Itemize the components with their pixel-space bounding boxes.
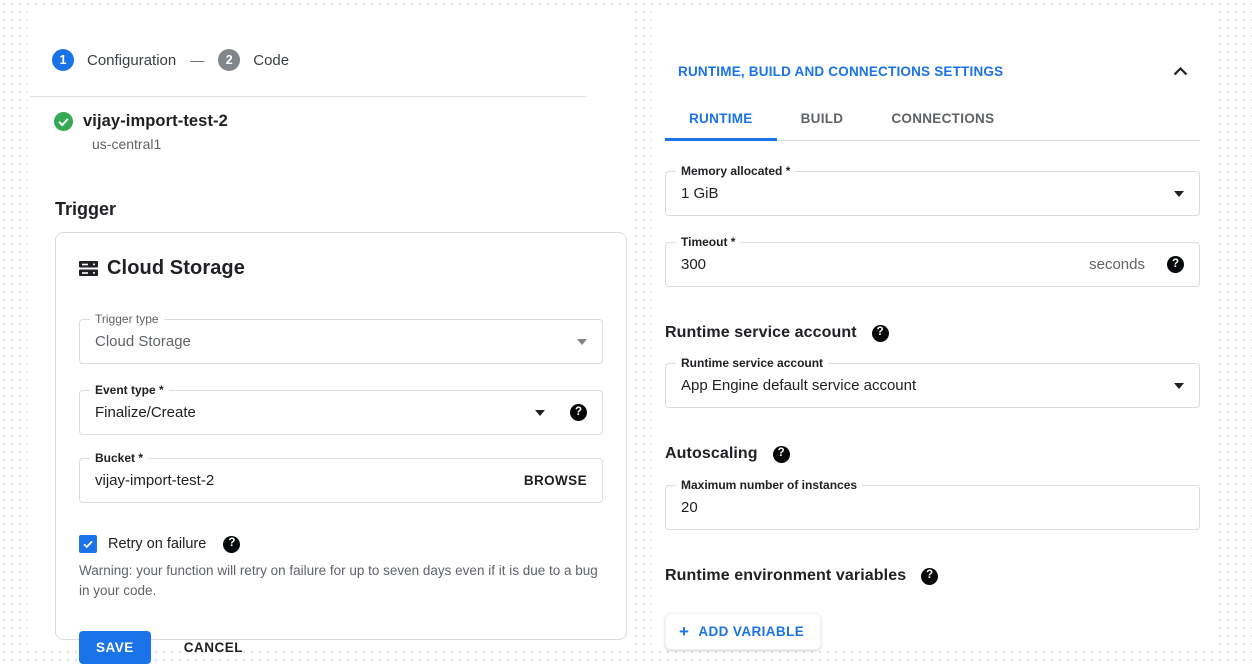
tab-connections[interactable]: CONNECTIONS: [867, 100, 1018, 141]
bucket-input[interactable]: Bucket * vijay-import-test-2 BROWSE: [79, 458, 603, 503]
env-variables-heading-text: Runtime environment variables: [665, 567, 906, 585]
checkmark-icon: [82, 538, 94, 550]
env-variables-heading: Runtime environment variables ?: [665, 567, 1216, 585]
trigger-card-title-row: Cloud Storage: [79, 257, 603, 280]
function-region: us-central1: [92, 136, 632, 152]
timeout-help-icon[interactable]: ?: [1167, 256, 1184, 273]
tab-runtime[interactable]: RUNTIME: [665, 100, 777, 141]
service-account-help-icon[interactable]: ?: [872, 325, 889, 342]
add-variable-label: ADD VARIABLE: [698, 624, 804, 639]
dropdown-arrow-icon: [1174, 191, 1184, 197]
event-type-select[interactable]: Event type * Finalize/Create ?: [79, 390, 603, 435]
timeout-label: Timeout *: [676, 235, 740, 249]
memory-allocated-select[interactable]: Memory allocated * 1 GiB: [665, 171, 1200, 216]
max-instances-input[interactable]: Maximum number of instances 20: [665, 485, 1200, 530]
settings-tabs: RUNTIME BUILD CONNECTIONS: [665, 100, 1200, 141]
timeout-unit-suffix: seconds: [1089, 256, 1145, 273]
function-name: vijay-import-test-2: [83, 112, 228, 131]
dropdown-arrow-icon: [577, 339, 587, 345]
success-check-icon: [54, 112, 73, 131]
retry-row: Retry on failure ?: [79, 535, 603, 553]
service-account-heading-text: Runtime service account: [665, 324, 857, 342]
service-account-select[interactable]: Runtime service account App Engine defau…: [665, 363, 1200, 408]
step-1-label: Configuration: [87, 52, 176, 69]
event-type-help-icon[interactable]: ?: [570, 404, 587, 421]
settings-expander-header[interactable]: RUNTIME, BUILD AND CONNECTIONS SETTINGS: [678, 64, 1188, 79]
action-buttons: SAVE CANCEL: [79, 631, 603, 664]
step-2-circle: 2: [218, 49, 240, 71]
tab-build[interactable]: BUILD: [777, 100, 868, 141]
event-type-label: Event type *: [90, 383, 169, 397]
trigger-type-select[interactable]: Trigger type Cloud Storage: [79, 319, 603, 364]
max-instances-label: Maximum number of instances: [676, 478, 862, 492]
env-variables-help-icon[interactable]: ?: [921, 568, 938, 585]
trigger-section-heading: Trigger: [55, 199, 632, 220]
stepper-divider: [30, 96, 586, 97]
timeout-input[interactable]: Timeout * 300 seconds ?: [665, 242, 1200, 287]
trigger-type-label: Trigger type: [90, 312, 164, 326]
event-type-value: Finalize/Create: [95, 404, 196, 421]
step-code[interactable]: 2 Code: [218, 49, 289, 71]
trigger-type-value: Cloud Storage: [95, 333, 191, 350]
retry-warning-text: Warning: your function will retry on fai…: [79, 561, 609, 602]
autoscaling-help-icon[interactable]: ?: [773, 446, 790, 463]
bucket-value: vijay-import-test-2: [95, 472, 214, 489]
service-account-heading: Runtime service account ?: [665, 324, 1216, 342]
memory-allocated-label: Memory allocated *: [676, 164, 795, 178]
configuration-panel: 1 Configuration — 2 Code vijay-import-te…: [28, 8, 632, 650]
step-1-circle: 1: [52, 49, 74, 71]
service-account-value: App Engine default service account: [681, 377, 916, 394]
max-instances-value: 20: [681, 499, 698, 516]
settings-panel: RUNTIME, BUILD AND CONNECTIONS SETTINGS …: [652, 8, 1216, 650]
autoscaling-heading: Autoscaling ?: [665, 445, 1216, 463]
function-name-row: vijay-import-test-2: [54, 112, 632, 131]
step-2-label: Code: [253, 52, 289, 69]
settings-header-title: RUNTIME, BUILD AND CONNECTIONS SETTINGS: [678, 64, 1173, 79]
trigger-card-title: Cloud Storage: [107, 257, 245, 280]
dropdown-arrow-icon: [535, 410, 545, 416]
service-account-label: Runtime service account: [676, 356, 828, 370]
stepper: 1 Configuration — 2 Code: [52, 49, 632, 71]
step-separator: —: [190, 52, 204, 68]
retry-help-icon[interactable]: ?: [223, 536, 240, 553]
autoscaling-heading-text: Autoscaling: [665, 445, 758, 463]
browse-button[interactable]: BROWSE: [524, 473, 587, 488]
retry-checkbox[interactable]: [79, 535, 97, 553]
chevron-up-icon[interactable]: [1173, 67, 1188, 76]
dropdown-arrow-icon: [1174, 383, 1184, 389]
bucket-label: Bucket *: [90, 451, 148, 465]
plus-icon: +: [679, 623, 689, 640]
step-configuration[interactable]: 1 Configuration: [52, 49, 176, 71]
save-button[interactable]: SAVE: [79, 631, 151, 664]
timeout-value: 300: [681, 256, 706, 273]
cancel-button[interactable]: CANCEL: [184, 640, 243, 655]
add-variable-button[interactable]: + ADD VARIABLE: [665, 613, 821, 650]
retry-label: Retry on failure: [108, 536, 206, 552]
trigger-card: Cloud Storage Trigger type Cloud Storage…: [55, 232, 627, 640]
memory-allocated-value: 1 GiB: [681, 185, 719, 202]
cloud-storage-icon: [79, 260, 98, 277]
